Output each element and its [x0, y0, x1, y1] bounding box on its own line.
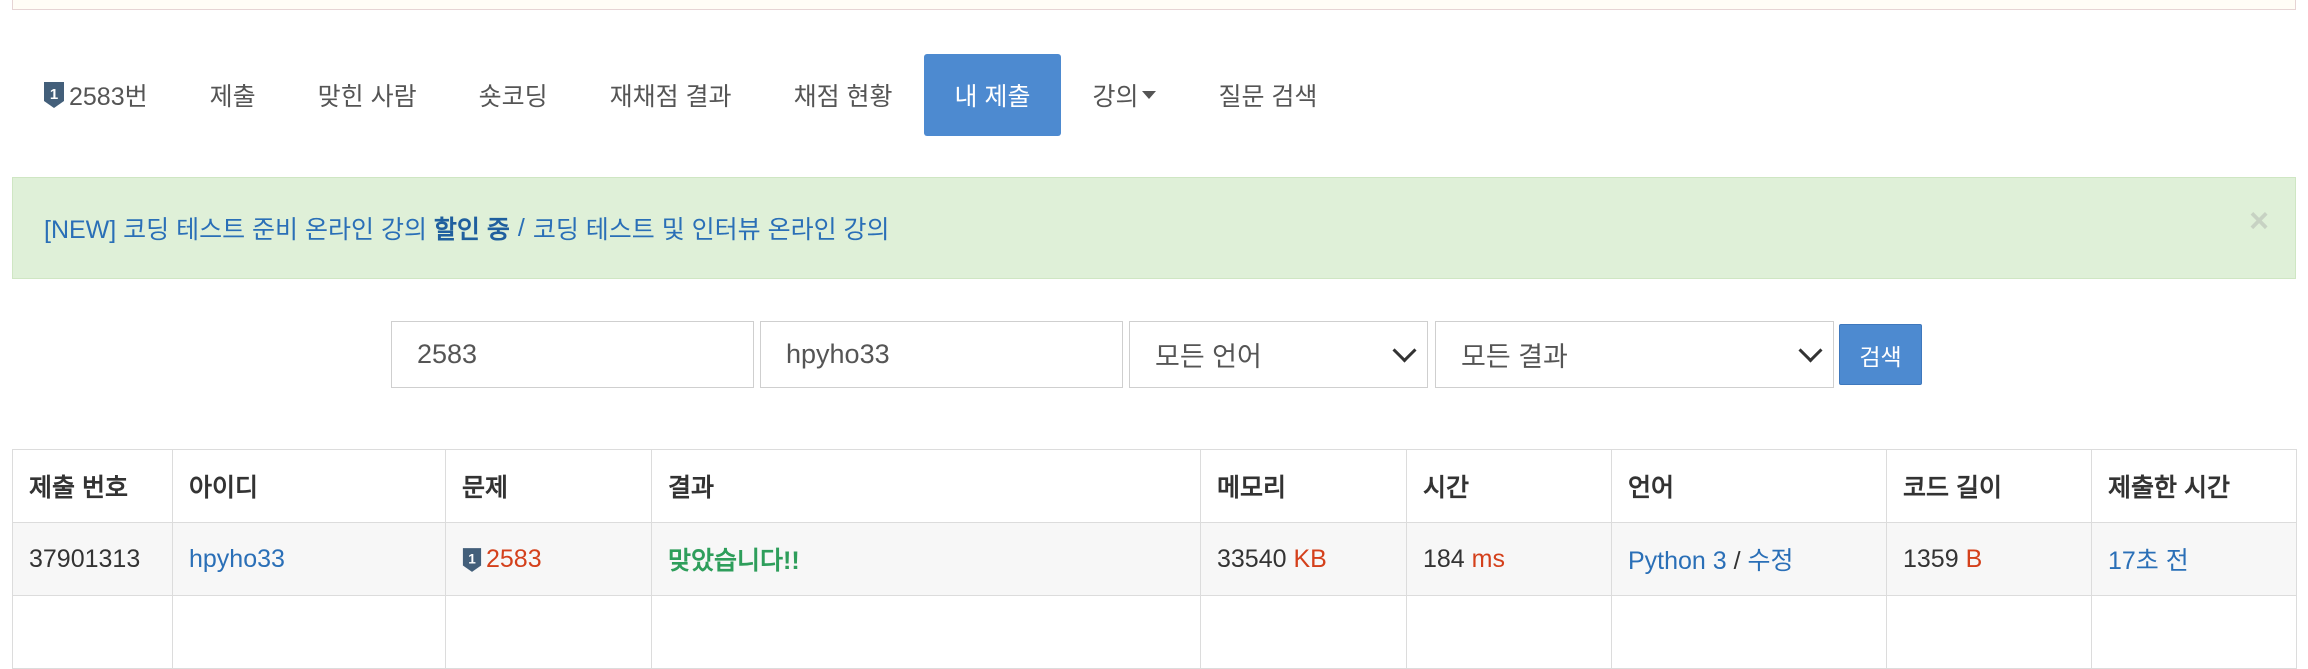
language-select-value: 모든 언어: [1155, 342, 1262, 372]
language-separator: /: [1733, 547, 1741, 575]
tab-problem[interactable]: 1 2583번: [12, 54, 179, 136]
tab-my-submissions[interactable]: 내 제출: [923, 54, 1062, 136]
table-row: 37901313 hpyho33 1 2583 맞았습니다!! 33540 KB…: [12, 522, 2297, 596]
tab-rejudge-results[interactable]: 재채점 결과: [579, 54, 763, 136]
cell-submission-id: 37901313: [12, 522, 173, 596]
caret-down-icon: [1142, 91, 1157, 99]
problem-id-input[interactable]: 2583: [391, 321, 754, 388]
header-language: 언어: [1611, 449, 1887, 523]
header-result: 결과: [651, 449, 1201, 523]
search-button[interactable]: 검색: [1839, 324, 1922, 385]
code-length-unit: B: [1965, 544, 1983, 573]
cell-language: Python 3 / 수정: [1611, 522, 1887, 596]
submitted-time-link[interactable]: 17초 전: [2108, 547, 2189, 575]
header-code-length: 코드 길이: [1886, 449, 2092, 523]
promo-link-1[interactable]: [NEW] 코딩 테스트 준비 온라인 강의 할인 중: [44, 210, 510, 246]
tab-short-coding[interactable]: 숏코딩: [448, 54, 579, 136]
time-value: 184: [1423, 544, 1465, 573]
tab-lectures-dropdown[interactable]: 강의: [1061, 54, 1187, 136]
language-link[interactable]: Python 3: [1628, 547, 1727, 575]
table-row: [12, 595, 2297, 669]
tab-problem-label: 2583번: [69, 83, 148, 111]
language-select[interactable]: 모든 언어: [1129, 321, 1428, 388]
user-id-input[interactable]: hpyho33: [760, 321, 1123, 388]
problem-link[interactable]: 2583: [486, 545, 542, 573]
tab-question-search[interactable]: 질문 검색: [1187, 54, 1348, 136]
svg-text:1: 1: [50, 86, 58, 103]
promo-separator: /: [517, 213, 525, 242]
cell-time: 184 ms: [1406, 522, 1612, 596]
header-problem: 문제: [445, 449, 652, 523]
user-id-value: hpyho33: [786, 339, 890, 369]
result-select-value: 모든 결과: [1461, 342, 1568, 372]
svg-text:1: 1: [468, 552, 476, 567]
cell-code-length: 1359 B: [1886, 522, 2092, 596]
header-memory: 메모리: [1200, 449, 1407, 523]
problem-nav: 1 2583번 제출 맞힌 사람 숏코딩 재채점 결과 채점 현황 내 제출 강…: [12, 54, 1348, 136]
submissions-table: 제출 번호 아이디 문제 결과 메모리 시간 언어 코드 길이 제출한 시간 3…: [12, 449, 2297, 669]
result-select[interactable]: 모든 결과: [1435, 321, 1834, 388]
tab-lectures-label: 강의: [1092, 83, 1139, 111]
time-unit: ms: [1471, 544, 1505, 573]
promo-bold-text: 할인 중: [433, 216, 510, 244]
table-header-row: 제출 번호 아이디 문제 결과 메모리 시간 언어 코드 길이 제출한 시간: [12, 449, 2297, 523]
silver-tier-1-icon: 1: [462, 548, 482, 572]
close-icon[interactable]: ×: [2249, 202, 2269, 241]
edit-link[interactable]: 수정: [1748, 547, 1794, 575]
cell-submitted-time: 17초 전: [2091, 522, 2297, 596]
code-length-value: 1359: [1903, 544, 1959, 573]
user-link[interactable]: hpyho33: [189, 545, 285, 573]
cell-problem: 1 2583: [445, 522, 652, 596]
silver-tier-1-icon: 1: [44, 82, 64, 108]
memory-unit: KB: [1293, 544, 1327, 573]
memory-value: 33540: [1217, 544, 1287, 573]
promo-alert: [NEW] 코딩 테스트 준비 온라인 강의 할인 중 / 코딩 테스트 및 인…: [12, 177, 2296, 279]
tab-judge-status[interactable]: 채점 현황: [763, 54, 924, 136]
promo-link-2[interactable]: 코딩 테스트 및 인터뷰 온라인 강의: [533, 210, 890, 246]
chevron-down-icon: [1798, 338, 1823, 363]
header-submitted-time: 제출한 시간: [2091, 449, 2297, 523]
tab-solved-users[interactable]: 맞힌 사람: [287, 54, 448, 136]
tab-submit[interactable]: 제출: [179, 54, 287, 136]
result-accepted[interactable]: 맞았습니다!!: [668, 547, 800, 575]
problem-id-value: 2583: [417, 339, 478, 369]
cell-result: 맞았습니다!!: [651, 522, 1201, 596]
cell-memory: 33540 KB: [1200, 522, 1407, 596]
header-submission-id: 제출 번호: [12, 449, 173, 523]
cell-user-id: hpyho33: [172, 522, 446, 596]
header-time: 시간: [1406, 449, 1612, 523]
header-user-id: 아이디: [172, 449, 446, 523]
top-banner-edge: [12, 0, 2296, 10]
chevron-down-icon: [1392, 338, 1417, 363]
